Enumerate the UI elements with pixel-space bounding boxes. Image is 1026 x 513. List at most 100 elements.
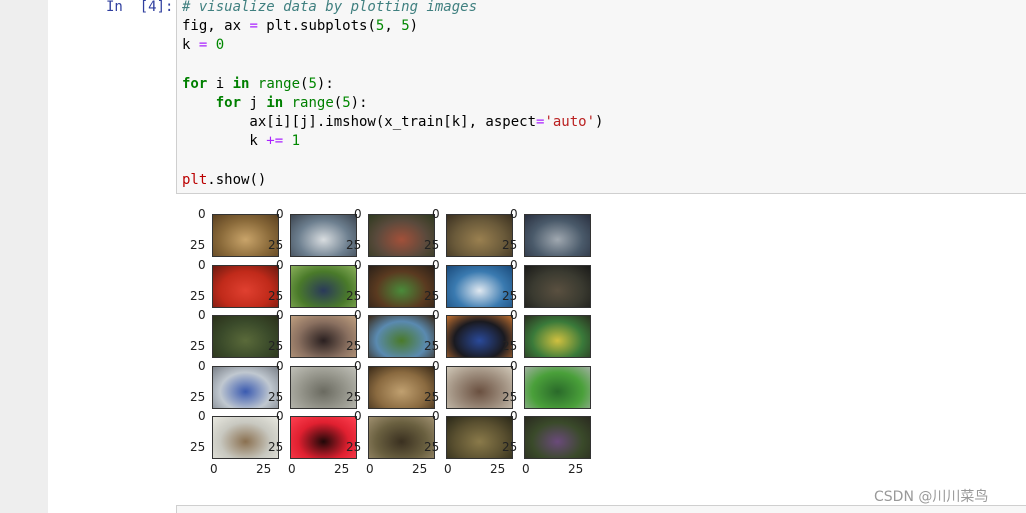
- ytick-label: 0: [198, 358, 206, 373]
- ytick-label: 25: [268, 339, 284, 353]
- ytick-label: 0: [354, 257, 362, 272]
- ytick-label: 0: [432, 358, 440, 373]
- xtick-label: 25: [568, 462, 584, 476]
- code-token: plt: [182, 171, 208, 188]
- ytick-label: 0: [354, 358, 362, 373]
- subplot-image-frog: [524, 365, 591, 409]
- ytick-label: 25: [268, 440, 284, 454]
- code-token: k: [182, 133, 267, 150]
- xtick-label: 0: [444, 462, 452, 476]
- subplot-figure: 0 25 0 25 0 25 0 25 0 25 0 25 0 25 0 25 0 25 0 25 0 25 0 25 0 25 0…: [190, 204, 610, 484]
- ytick-label: 0: [198, 409, 206, 423]
- subplot-image-bird: [524, 416, 591, 459]
- code-token: =: [249, 18, 258, 35]
- ytick-label: 25: [268, 389, 284, 404]
- code-line: # visualize data by plotting images: [182, 0, 603, 17]
- subplot-image-automobile: [524, 214, 591, 257]
- xtick-label: 25: [334, 462, 350, 476]
- code-token: 5: [308, 75, 317, 92]
- ytick-label: 25: [346, 238, 362, 252]
- code-token: 0: [215, 37, 225, 54]
- next-code-cell[interactable]: [176, 505, 1026, 513]
- ytick-label: 0: [276, 358, 284, 373]
- code-token: ):: [350, 94, 368, 111]
- code-token: fig, ax: [182, 18, 250, 35]
- code-token: 1: [291, 133, 301, 150]
- xtick-label: 0: [210, 462, 218, 476]
- code-line: for j in range(5):: [182, 94, 603, 113]
- ytick-label: 0: [510, 257, 518, 272]
- xtick-label: 25: [412, 462, 428, 476]
- code-token: 5: [342, 94, 351, 111]
- ytick-label: 0: [276, 257, 284, 272]
- ytick-label: 25: [502, 389, 518, 404]
- output-area: 0 25 0 25 0 25 0 25 0 25 0 25 0 25 0 25 0 25 0 25 0 25 0 25 0 25 0…: [190, 204, 610, 484]
- code-line: fig, ax = plt.subplots(5, 5): [182, 17, 603, 36]
- ytick-label: 25: [268, 288, 284, 303]
- code-token: ): [595, 114, 604, 131]
- code-token: # visualize data by plotting images: [182, 0, 478, 15]
- ytick-label: 25: [502, 339, 518, 353]
- ytick-label: 25: [424, 288, 440, 303]
- ytick-label: 25: [346, 339, 362, 353]
- code-token: in: [232, 75, 250, 92]
- code-cell[interactable]: # visualize data by plotting images fig, …: [176, 0, 1026, 194]
- code-line: for i in range(5):: [182, 75, 603, 94]
- code-token: (: [333, 94, 343, 111]
- ytick-label: 25: [346, 389, 362, 404]
- ytick-label: 0: [354, 409, 362, 423]
- ytick-label: 0: [432, 207, 440, 221]
- code-token: ,: [384, 18, 402, 35]
- code-token: range: [257, 75, 301, 92]
- ytick-label: 0: [510, 308, 518, 322]
- code-token: 5: [401, 18, 410, 35]
- code-line: plt.show(): [182, 171, 603, 190]
- code-token: for: [182, 75, 208, 92]
- code-token: ax[i][j].imshow(x_train[k], aspect: [182, 114, 537, 131]
- ytick-label: 25: [424, 339, 440, 353]
- ytick-label: 0: [276, 207, 284, 221]
- ytick-label: 0: [276, 409, 284, 423]
- ytick-label: 0: [354, 308, 362, 322]
- ytick-label: 25: [424, 238, 440, 252]
- ytick-label: 25: [502, 288, 518, 303]
- ytick-label: 0: [198, 308, 206, 322]
- subplot-image-truck: [524, 315, 591, 358]
- ytick-label: 25: [190, 440, 206, 454]
- ytick-label: 25: [346, 288, 362, 303]
- ytick-label: 25: [424, 389, 440, 404]
- ytick-label: 25: [502, 440, 518, 454]
- subplot-image-cat: [524, 264, 591, 308]
- ytick-label: 25: [190, 389, 206, 404]
- xtick-label: 0: [366, 462, 374, 476]
- code-editor[interactable]: # visualize data by plotting images fig, …: [182, 0, 603, 190]
- xtick-label: 0: [288, 462, 296, 476]
- ytick-label: 25: [190, 288, 206, 303]
- code-line: k += 1: [182, 132, 603, 151]
- xtick-label: 25: [256, 462, 272, 476]
- code-line: ax[i][j].imshow(x_train[k], aspect='auto…: [182, 113, 603, 132]
- ytick-label: 0: [510, 409, 518, 423]
- ytick-label: 0: [432, 257, 440, 272]
- ytick-label: 25: [268, 238, 284, 252]
- ytick-label: 25: [346, 440, 362, 454]
- ytick-label: 0: [276, 308, 284, 322]
- ytick-label: 0: [432, 409, 440, 423]
- ytick-label: 25: [190, 339, 206, 353]
- code-token: range: [291, 94, 334, 111]
- code-token: ):: [316, 75, 334, 92]
- code-token: 'auto': [544, 114, 596, 131]
- ytick-label: 0: [510, 207, 518, 221]
- code-line: k = 0: [182, 36, 603, 55]
- ytick-label: 0: [354, 207, 362, 221]
- ytick-label: 0: [510, 358, 518, 373]
- ytick-label: 0: [198, 257, 206, 272]
- code-token: .show(): [207, 171, 267, 188]
- watermark: CSDN @川川菜鸟: [874, 489, 989, 505]
- code-token: plt.subplots(: [257, 18, 376, 35]
